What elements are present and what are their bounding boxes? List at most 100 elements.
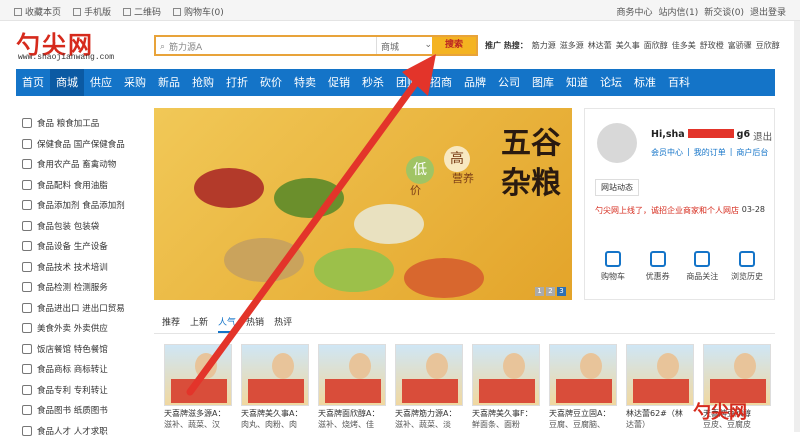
sidebar-item[interactable]: 食品配料 食用油脂 [16, 175, 142, 196]
sidebar-item[interactable]: 食品进出口 进出口贸易 [16, 298, 142, 319]
nav-item[interactable]: 砍价 [254, 69, 288, 96]
quick-action[interactable]: 优惠券 [636, 251, 680, 282]
avatar[interactable] [597, 123, 637, 163]
product-card[interactable]: 林达蕾62#（林达蕾） [626, 344, 694, 430]
product-image[interactable] [549, 344, 617, 406]
product-card[interactable]: 天喜牌美久事A：肉丸、肉粉、肉 [241, 344, 309, 430]
product-name[interactable]: 天喜牌滋多源A： [164, 408, 232, 419]
sidebar-item[interactable]: 食品设备 生产设备 [16, 236, 142, 257]
product-image[interactable] [318, 344, 386, 406]
product-card[interactable]: 天喜牌面欣醇A：滋补、烧烤、佳 [318, 344, 386, 430]
nav-item[interactable]: 促销 [322, 69, 356, 96]
carousel-dot[interactable]: 1 [535, 287, 544, 296]
product-image[interactable] [395, 344, 463, 406]
product-card[interactable]: 天喜牌豆立固A：豆腐、豆腐脑、 [549, 344, 617, 430]
product-card[interactable]: 天喜牌滋多源A：滋补、蔬菜、汉 [164, 344, 232, 430]
top-link[interactable]: 新交谈(0) [704, 5, 744, 18]
nav-item[interactable]: 品牌 [458, 69, 492, 96]
search-box[interactable]: ⌕ 筋力源A 商城 ⌄ 搜索 [154, 35, 478, 56]
product-name[interactable]: 天喜牌美久事F： [472, 408, 540, 419]
hot-term-link[interactable]: 面欣醇 [644, 40, 668, 51]
product-tab[interactable]: 热销 [246, 312, 264, 333]
hot-term-link[interactable]: 林达蕾 [588, 40, 612, 51]
nav-item[interactable]: 供应 [84, 69, 118, 96]
user-link[interactable]: 商户后台 [736, 147, 768, 158]
nav-item[interactable]: 抢购 [186, 69, 220, 96]
nav-item[interactable]: 秒杀 [356, 69, 390, 96]
hot-term-link[interactable]: 佳多美 [672, 40, 696, 51]
logout-link[interactable]: 退出 [753, 129, 772, 143]
nav-item[interactable]: 百科 [662, 69, 696, 96]
nav-item[interactable]: 打折 [220, 69, 254, 96]
top-link[interactable]: 购物车(0) [173, 5, 224, 18]
product-name[interactable]: 林达蕾62#（林 [626, 408, 694, 419]
sidebar-item[interactable]: 饭店餐馆 特色餐馆 [16, 339, 142, 360]
product-name[interactable]: 天喜牌豆立固A： [549, 408, 617, 419]
sidebar-item[interactable]: 食品商标 商标转让 [16, 359, 142, 380]
banner-carousel[interactable]: 高 低 价 营养 五谷杂粮 123 [154, 108, 572, 300]
nav-item[interactable]: 标准 [628, 69, 662, 96]
product-image[interactable] [164, 344, 232, 406]
sidebar-item[interactable]: 食用农产品 畜禽动物 [16, 154, 142, 175]
hot-term-link[interactable]: 筋力源 [532, 40, 556, 51]
sidebar-item[interactable]: 食品添加剂 食品添加剂 [16, 195, 142, 216]
nav-item[interactable]: 论坛 [594, 69, 628, 96]
product-card[interactable]: 天喜牌美久事F：鲜面条、面粉 [472, 344, 540, 430]
top-link[interactable]: 收藏本页 [14, 5, 61, 18]
product-image[interactable] [241, 344, 309, 406]
scrollbar[interactable] [794, 21, 800, 432]
sidebar-item[interactable]: 食品包装 包装袋 [16, 216, 142, 237]
search-input[interactable]: 筋力源A [169, 40, 202, 53]
carousel-dot[interactable]: 2 [546, 287, 555, 296]
product-image[interactable] [626, 344, 694, 406]
product-tab[interactable]: 热评 [274, 312, 292, 333]
top-link[interactable]: 站内信(1) [658, 5, 698, 18]
nav-item[interactable]: 图库 [526, 69, 560, 96]
top-link[interactable]: 退出登录 [750, 5, 786, 18]
quick-action[interactable]: 购物车 [591, 251, 635, 282]
hot-term-link[interactable]: 富骄骤 [728, 40, 752, 51]
nav-item[interactable]: 团购 [390, 69, 424, 96]
sidebar-item[interactable]: 食品检测 检测服务 [16, 277, 142, 298]
sidebar-item[interactable]: 食品技术 技术培训 [16, 257, 142, 278]
nav-item[interactable]: 招商 [424, 69, 458, 96]
user-link[interactable]: 我的订单 [694, 147, 726, 158]
quick-action[interactable]: 商品关注 [680, 251, 724, 282]
hot-term-link[interactable]: 滋多源 [560, 40, 584, 51]
sidebar-item[interactable]: 保健食品 国产保健食品 [16, 134, 142, 155]
sidebar-item[interactable]: 食品 粮食加工品 [16, 113, 142, 134]
nav-item[interactable]: 知道 [560, 69, 594, 96]
top-link[interactable]: 商务中心 [616, 5, 652, 18]
sidebar-item[interactable]: 食品图书 纸质图书 [16, 400, 142, 421]
sidebar-item[interactable]: 美食外卖 外卖供应 [16, 318, 142, 339]
nav-item[interactable]: 特卖 [288, 69, 322, 96]
nav-item[interactable]: 采购 [118, 69, 152, 96]
news-item[interactable]: 勺尖网上线了，诚招企业商家和个人网店 03-28 [595, 205, 765, 216]
product-tab[interactable]: 上新 [190, 312, 208, 333]
product-name[interactable]: 天喜牌美久事A： [241, 408, 309, 419]
product-card[interactable]: 天喜牌筋力源A：滋补、蔬菜、淡 [395, 344, 463, 430]
top-link[interactable]: 二维码 [123, 5, 161, 18]
carousel-dot[interactable]: 3 [557, 287, 566, 296]
nav-item[interactable]: 首页 [16, 69, 50, 96]
nav-item[interactable]: 商城 [50, 69, 84, 96]
nav-item[interactable]: 新品 [152, 69, 186, 96]
product-tab[interactable]: 推荐 [162, 312, 180, 333]
hot-term-link[interactable]: 豆欣醇 [756, 40, 780, 51]
sidebar-item[interactable]: 食品专利 专利转让 [16, 380, 142, 401]
product-image[interactable] [472, 344, 540, 406]
top-link[interactable]: 手机版 [73, 5, 111, 18]
product-tab[interactable]: 人气 [218, 312, 236, 333]
search-category-select[interactable]: 商城 ⌄ [376, 37, 436, 54]
hot-term-link[interactable]: 舒玫橙 [700, 40, 724, 51]
sidebar-item[interactable]: 食品人才 人才求职 [16, 421, 142, 441]
product-image[interactable] [703, 344, 771, 406]
user-link[interactable]: 会员中心 [651, 147, 683, 158]
tab-site-news[interactable]: 网站动态 [595, 179, 639, 196]
nav-item[interactable]: 公司 [492, 69, 526, 96]
quick-action[interactable]: 浏览历史 [725, 251, 769, 282]
product-name[interactable]: 天喜牌筋力源A： [395, 408, 463, 419]
search-button[interactable]: 搜索 [432, 37, 476, 54]
news-title[interactable]: 勺尖网上线了，诚招企业商家和个人网店 [595, 205, 739, 216]
hot-term-link[interactable]: 美久事 [616, 40, 640, 51]
